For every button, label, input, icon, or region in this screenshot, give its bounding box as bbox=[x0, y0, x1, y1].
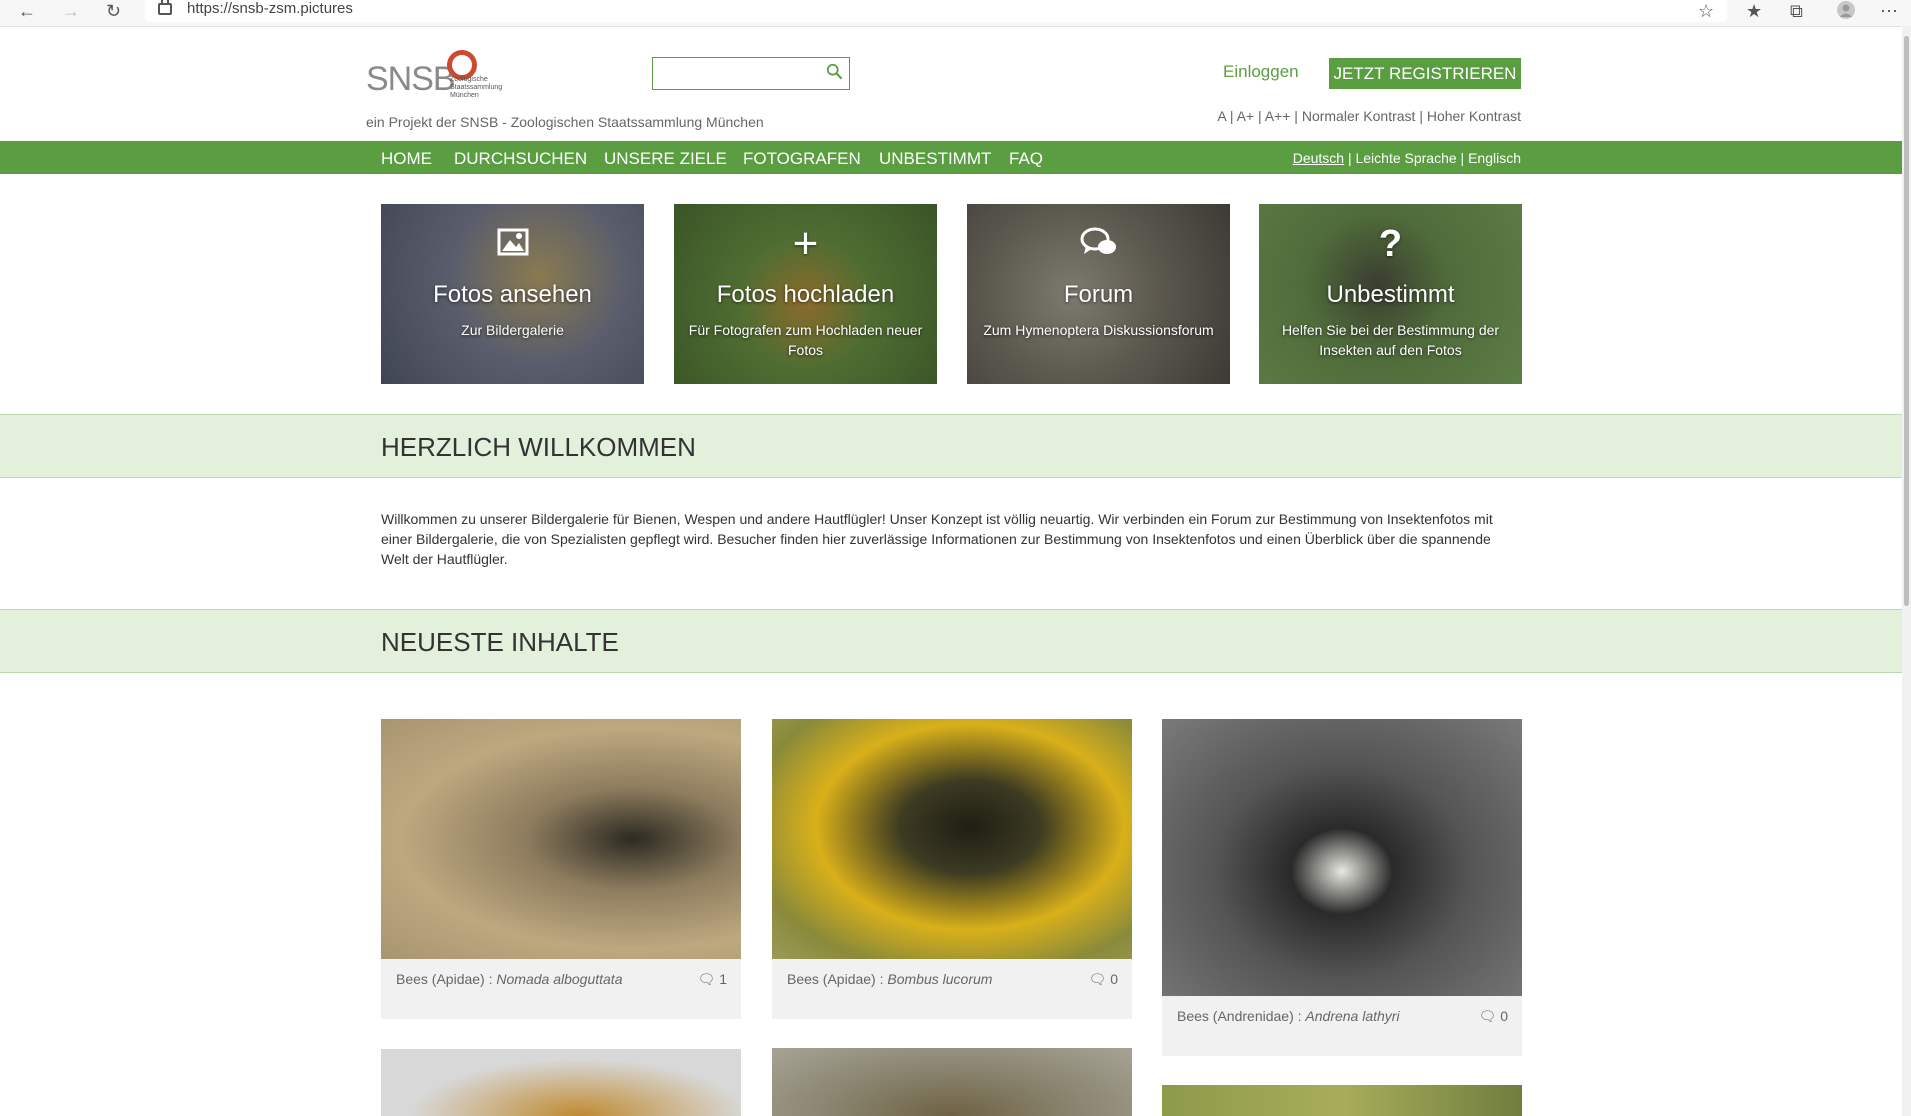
comment-icon: 🗨 bbox=[697, 971, 716, 987]
content-card[interactable]: Bees (Apidae) : Bombus lucorum 🗨 0 bbox=[772, 719, 1132, 1019]
card-caption: Bees (Apidae) : Bombus lucorum bbox=[787, 971, 992, 987]
card-photo[interactable] bbox=[1162, 1085, 1522, 1116]
lang-deutsch[interactable]: Deutsch bbox=[1293, 150, 1344, 166]
content-card[interactable]: Bees (Andrenidae) : Andrena lathyri 🗨 0 bbox=[1162, 719, 1522, 1056]
tile-subtitle: Zur Bildergalerie bbox=[461, 322, 564, 338]
tile-subtitle: Zum Hymenoptera Diskussionsforum bbox=[983, 322, 1214, 338]
nav-undetermined[interactable]: UNBESTIMMT bbox=[879, 149, 991, 169]
scrollbar-thumb[interactable] bbox=[1904, 36, 1909, 606]
main-nav: HOME DURCHSUCHEN UNSERE ZIELE FOTOGRAFEN… bbox=[0, 141, 1902, 174]
card-photo[interactable] bbox=[772, 719, 1132, 959]
tile-undetermined[interactable]: ? Unbestimmt Helfen Sie bei der Bestimmu… bbox=[1259, 204, 1522, 384]
content-card[interactable] bbox=[381, 1049, 741, 1116]
nav-goals[interactable]: UNSERE ZIELE bbox=[604, 149, 727, 169]
logo-text: SNSB bbox=[366, 60, 456, 98]
comment-count[interactable]: 🗨 0 bbox=[1479, 1008, 1508, 1025]
comment-icon: 🗨 bbox=[1478, 1008, 1497, 1024]
welcome-band: HERZLICH WILLKOMMEN bbox=[0, 414, 1902, 478]
comment-number: 0 bbox=[1110, 971, 1118, 987]
plus-icon: + bbox=[792, 219, 819, 268]
card-family: Bees (Apidae) : bbox=[396, 971, 497, 987]
comment-number: 1 bbox=[719, 971, 727, 987]
collections-icon[interactable]: ⧉ bbox=[1790, 2, 1803, 20]
lang-others[interactable]: | Leichte Sprache | Englisch bbox=[1344, 150, 1521, 166]
card-photo[interactable] bbox=[381, 719, 741, 959]
comment-count[interactable]: 🗨 1 bbox=[698, 971, 727, 988]
snsb-logo[interactable]: SNSB Zoologische Staatssammlung München bbox=[366, 50, 506, 104]
card-family: Bees (Apidae) : bbox=[787, 971, 888, 987]
lock-icon bbox=[158, 0, 172, 15]
nav-home[interactable]: HOME bbox=[381, 149, 432, 169]
comment-number: 0 bbox=[1500, 1008, 1508, 1024]
url-text: https://snsb-zsm.pictures bbox=[187, 0, 353, 17]
tile-title: Forum bbox=[1063, 281, 1134, 308]
more-menu-icon[interactable]: ⋯ bbox=[1880, 2, 1898, 20]
card-species[interactable]: Andrena lathyri bbox=[1305, 1008, 1399, 1024]
profile-icon[interactable] bbox=[1836, 0, 1856, 23]
tile-title: Fotos ansehen bbox=[433, 281, 592, 308]
reload-icon[interactable]: ↻ bbox=[106, 2, 121, 20]
page-scrollbar[interactable] bbox=[1902, 26, 1911, 1116]
back-icon[interactable]: ← bbox=[18, 2, 36, 20]
nav-photographers[interactable]: FOTOGRAFEN bbox=[743, 149, 861, 169]
welcome-heading: HERZLICH WILLKOMMEN bbox=[381, 432, 696, 462]
latest-band: NEUESTE INHALTE bbox=[0, 609, 1902, 673]
latest-heading: NEUESTE INHALTE bbox=[381, 627, 619, 657]
welcome-text: Willkommen zu unserer Bildergalerie für … bbox=[381, 511, 1493, 567]
card-photo[interactable] bbox=[772, 1048, 1132, 1116]
image-icon bbox=[497, 226, 529, 262]
nav-faq[interactable]: FAQ bbox=[1009, 149, 1043, 169]
content-card[interactable] bbox=[772, 1048, 1132, 1116]
card-family: Bees (Andrenidae) : bbox=[1177, 1008, 1306, 1024]
card-caption: Bees (Andrenidae) : Andrena lathyri bbox=[1177, 1008, 1400, 1024]
tile-subtitle: Helfen Sie bei der Bestimmung der Insekt… bbox=[1281, 322, 1500, 358]
search-icon[interactable] bbox=[826, 63, 843, 80]
comment-count[interactable]: 🗨 0 bbox=[1089, 971, 1118, 988]
tile-forum[interactable]: Forum Zum Hymenoptera Diskussionsforum bbox=[967, 204, 1230, 384]
forward-icon[interactable]: → bbox=[62, 2, 80, 20]
content-card[interactable]: Bees (Apidae) : Nomada alboguttata 🗨 1 bbox=[381, 719, 741, 1019]
login-link[interactable]: Einloggen bbox=[1223, 62, 1299, 82]
register-button[interactable]: JETZT REGISTRIEREN bbox=[1329, 58, 1521, 89]
chat-icon bbox=[1080, 226, 1118, 264]
browser-toolbar: ← → ↻ https://snsb-zsm.pictures ☆ ★ ⧉ ⋯ bbox=[0, 0, 1911, 27]
language-switcher[interactable]: Deutsch | Leichte Sprache | Englisch bbox=[1293, 150, 1521, 166]
nav-search[interactable]: DURCHSUCHEN bbox=[454, 149, 587, 169]
card-species[interactable]: Nomada alboguttata bbox=[496, 971, 622, 987]
tile-view-photos[interactable]: Fotos ansehen Zur Bildergalerie bbox=[381, 204, 644, 384]
card-photo[interactable] bbox=[1162, 719, 1522, 996]
tile-upload-photos[interactable]: + Fotos hochladen Für Fotografen zum Hoc… bbox=[674, 204, 937, 384]
question-icon: ? bbox=[1378, 223, 1403, 265]
favorite-star-icon[interactable]: ☆ bbox=[1698, 2, 1714, 20]
card-species[interactable]: Bombus lucorum bbox=[887, 971, 992, 987]
logo-subtitle: Zoologische Staatssammlung München bbox=[450, 76, 503, 99]
tagline: ein Projekt der SNSB - Zoologischen Staa… bbox=[366, 114, 764, 130]
tile-title: Unbestimmt bbox=[1326, 281, 1455, 308]
favorites-icon[interactable]: ★ bbox=[1746, 2, 1762, 20]
accessibility-options[interactable]: A | A+ | A++ | Normaler Kontrast | Hoher… bbox=[1217, 108, 1521, 124]
content-card[interactable] bbox=[1162, 1085, 1522, 1116]
tile-subtitle: Für Fotografen zum Hochladen neuer Fotos bbox=[688, 322, 923, 358]
address-bar[interactable]: https://snsb-zsm.pictures bbox=[145, 0, 1727, 22]
comment-icon: 🗨 bbox=[1088, 971, 1107, 987]
tile-title: Fotos hochladen bbox=[716, 281, 895, 308]
card-photo[interactable] bbox=[381, 1049, 741, 1116]
search-input[interactable] bbox=[652, 57, 850, 90]
card-caption: Bees (Apidae) : Nomada alboguttata bbox=[396, 971, 622, 987]
